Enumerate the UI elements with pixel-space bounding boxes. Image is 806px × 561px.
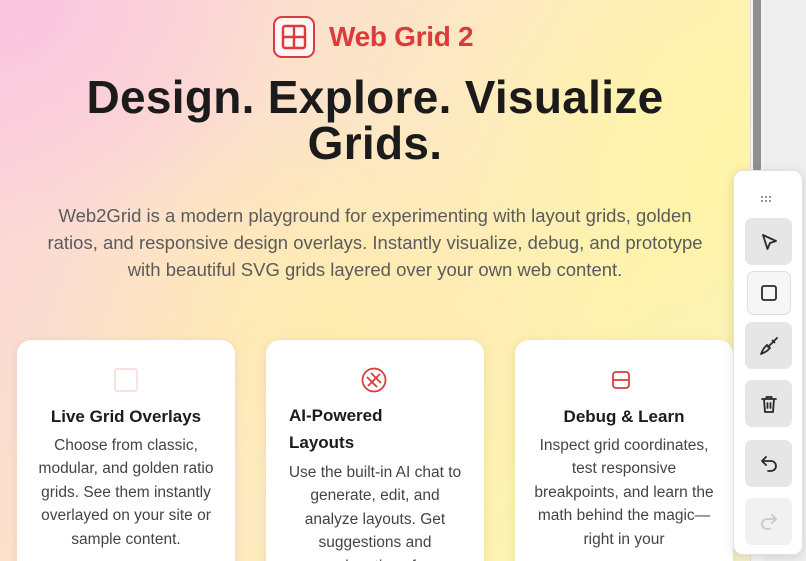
select-tool-button[interactable] (745, 218, 792, 265)
grid-logo-icon (273, 16, 315, 58)
feature-card-debug-and-learn: Debug & Learn Inspect grid coordinates, … (515, 340, 733, 561)
rectangle-tool-button[interactable] (747, 271, 791, 315)
drag-grip-icon[interactable] (759, 190, 777, 203)
hero-title: Design. Explore. Visualize Grids. (86, 71, 664, 169)
feature-card-live-grid-overlays: Live Grid Overlays Choose from classic, … (17, 340, 235, 561)
feature-text: Choose from classic, modular, and golden… (38, 437, 214, 548)
feature-text: Use the built-in AI chat to generate, ed… (288, 464, 462, 561)
feature-card-ai-powered-layouts: AI-Powered Layouts Use the built-in AI c… (266, 340, 484, 561)
redo-icon (760, 513, 777, 530)
undo-icon (760, 455, 777, 472)
trash-icon (760, 395, 777, 413)
hero-description: Web2Grid is a modern playground for expe… (47, 205, 703, 280)
grid-icon (112, 366, 140, 394)
cursor-icon (761, 233, 777, 250)
brush-icon (759, 336, 778, 355)
brand-name: Web Grid 2 (329, 21, 474, 52)
circle-cross-icon (360, 366, 388, 394)
drawing-toolbar (733, 170, 803, 555)
landing-page: Web Grid 2 Design. Explore. Visualize Gr… (0, 0, 750, 561)
scrollbar-thumb[interactable] (753, 0, 761, 172)
feature-title: Live Grid Overlays (50, 407, 202, 426)
feature-title: Debug & Learn (563, 407, 685, 426)
feature-title: AI-Powered Layouts (289, 406, 383, 452)
brush-tool-button[interactable] (745, 322, 792, 369)
undo-button[interactable] (745, 440, 792, 487)
feature-text: Inspect grid coordinates, test responsiv… (534, 437, 714, 548)
delete-tool-button[interactable] (745, 380, 792, 427)
split-square-icon (610, 369, 632, 391)
redo-button[interactable] (745, 498, 792, 545)
square-icon (761, 285, 777, 301)
brand[interactable]: Web Grid 2 (273, 16, 474, 58)
